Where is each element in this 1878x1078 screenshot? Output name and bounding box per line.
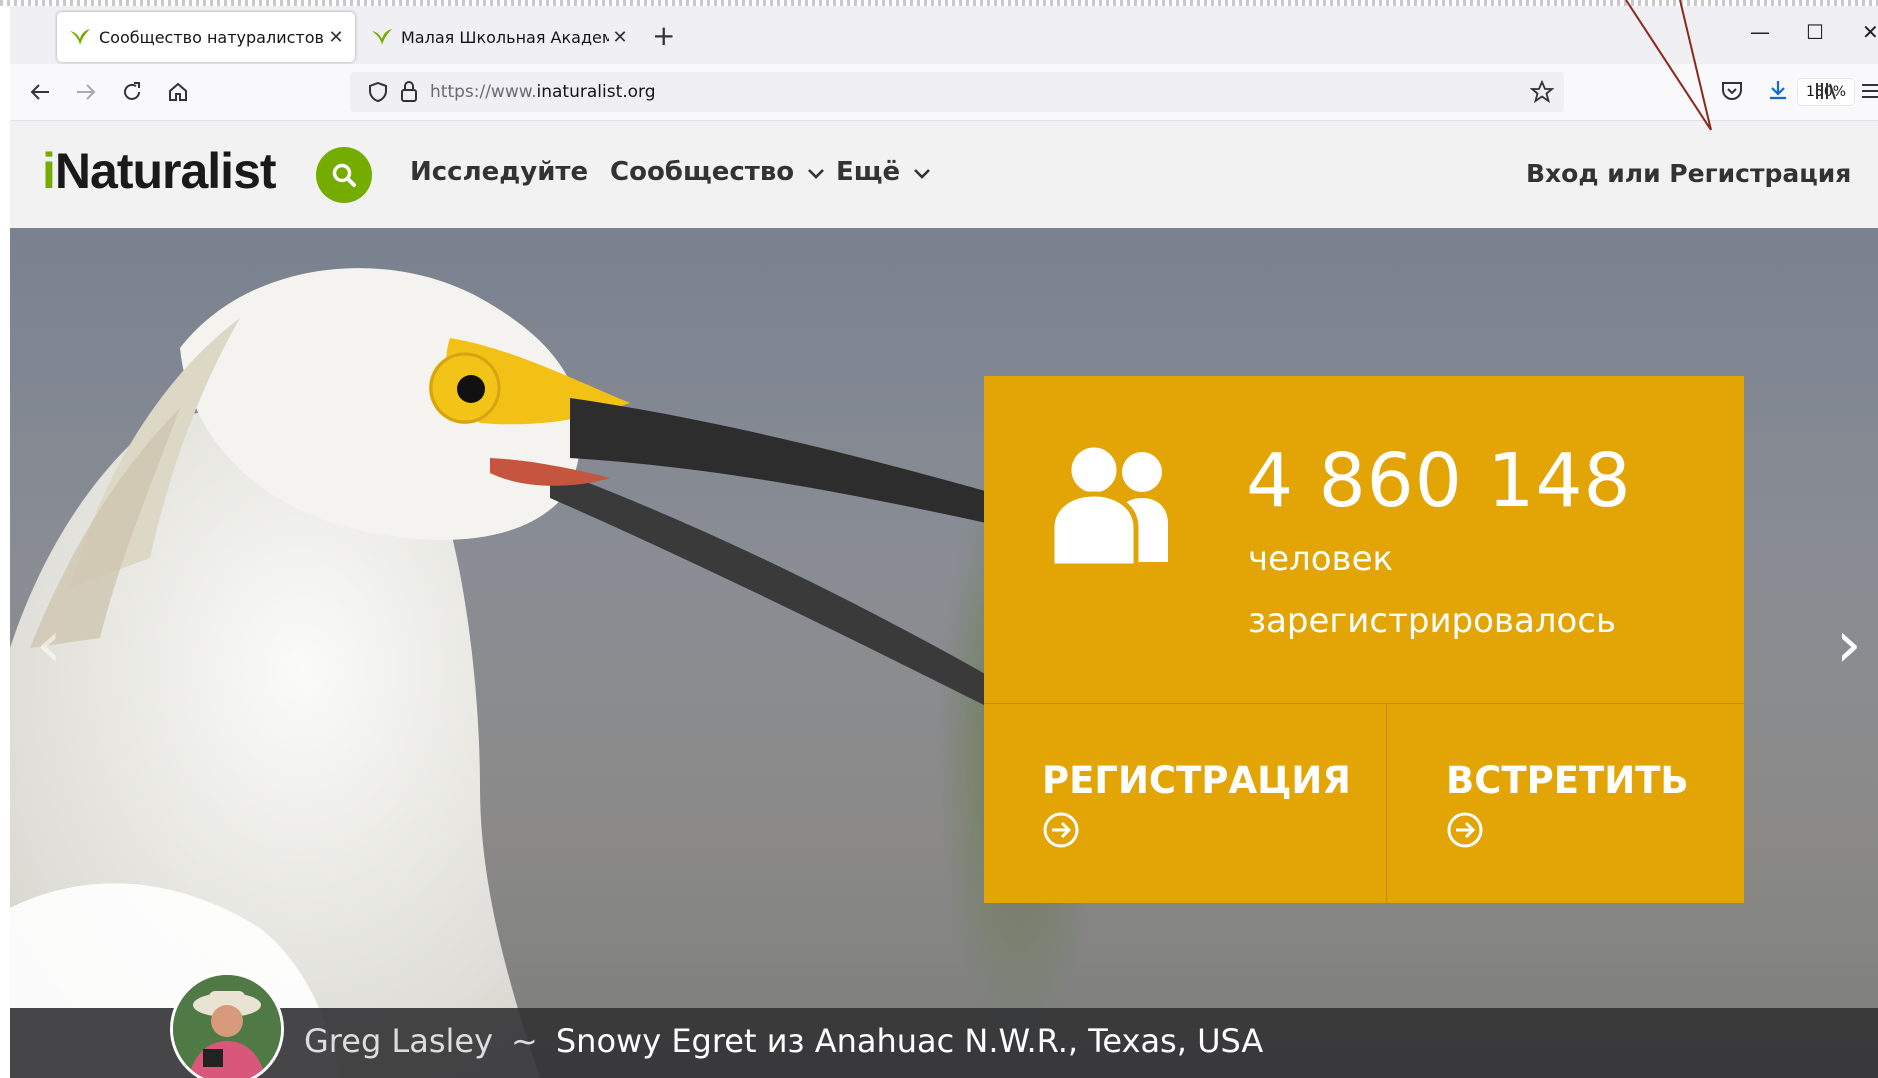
photo-description[interactable]: Snowy Egret из Anahuac N.W.R., Texas, US… bbox=[556, 1022, 1263, 1060]
photographer-avatar-image bbox=[173, 975, 281, 1078]
hero-banner: ‹ › 4 860 148 человек зарегистрировалось bbox=[10, 228, 1878, 1078]
inaturalist-favicon-icon bbox=[372, 29, 392, 45]
download-icon[interactable] bbox=[1766, 78, 1790, 102]
url-host: inaturalist.org bbox=[536, 82, 656, 102]
url-text[interactable]: https://www.inaturalist.org bbox=[430, 82, 656, 102]
reload-icon[interactable] bbox=[116, 76, 148, 108]
photo-caption: Greg Lasley ~ Snowy Egret из Anahuac N.W.R… bbox=[304, 1022, 1263, 1060]
caption-line-2: зарегистрировалось bbox=[1248, 601, 1617, 641]
chevron-down-icon bbox=[808, 169, 825, 179]
forward-icon[interactable] bbox=[70, 76, 102, 108]
new-tab-icon[interactable]: + bbox=[652, 18, 675, 54]
arrow-circle-right-icon bbox=[1447, 812, 1483, 848]
caption-line-1: человек bbox=[1248, 539, 1394, 579]
meet-button[interactable]: ВСТРЕТИТЬ bbox=[1388, 703, 1744, 903]
close-icon[interactable]: ✕ bbox=[325, 27, 347, 48]
people-icon bbox=[1049, 442, 1168, 566]
pocket-icon[interactable] bbox=[1720, 80, 1744, 102]
caption-separator: ~ bbox=[511, 1022, 538, 1060]
carousel-next-icon[interactable]: › bbox=[1836, 608, 1862, 682]
snowy-egret-photo bbox=[10, 268, 1010, 1078]
nav-community-label: Сообщество bbox=[610, 157, 795, 187]
logo-text: Naturalist bbox=[54, 143, 277, 199]
url-protocol: https://www. bbox=[430, 82, 537, 102]
meet-label: ВСТРЕТИТЬ bbox=[1446, 759, 1689, 802]
nav-community[interactable]: Сообщество bbox=[610, 157, 825, 187]
arrow-circle-right-icon bbox=[1043, 812, 1079, 848]
photographer-name[interactable]: Greg Lasley bbox=[304, 1022, 493, 1060]
logo-i: i bbox=[42, 143, 56, 199]
tab-academy[interactable]: Малая Школьная Академия · iN ✕ bbox=[359, 12, 639, 62]
tab-title: Малая Школьная Академия · iN bbox=[401, 27, 609, 47]
home-icon[interactable] bbox=[162, 76, 194, 108]
community-stats-panel: 4 860 148 человек зарегистрировалось РЕГ… bbox=[984, 376, 1744, 903]
stats-summary: 4 860 148 человек зарегистрировалось bbox=[984, 376, 1744, 704]
search-button[interactable] bbox=[316, 147, 372, 203]
library-icon[interactable] bbox=[1814, 80, 1838, 102]
nav-more[interactable]: Ещё bbox=[836, 157, 931, 187]
carousel-prev-icon[interactable]: ‹ bbox=[36, 608, 62, 682]
close-window-icon[interactable]: ✕ bbox=[1862, 20, 1878, 44]
browser-window: Сообщество натуралистов · iN ✕ Малая Шко… bbox=[10, 6, 1878, 1078]
site-header: iNaturalist Исследуйте Сообщество Ещё Вх… bbox=[10, 121, 1878, 228]
photo-attribution-bar: Greg Lasley ~ Snowy Egret из Anahuac N.W.R… bbox=[10, 972, 1878, 1078]
lock-icon[interactable] bbox=[400, 80, 418, 102]
back-icon[interactable] bbox=[24, 76, 56, 108]
tab-community[interactable]: Сообщество натуралистов · iN ✕ bbox=[57, 12, 355, 62]
registered-count: 4 860 148 bbox=[1246, 438, 1632, 524]
inaturalist-logo[interactable]: iNaturalist bbox=[42, 142, 277, 200]
nav-more-label: Ещё bbox=[836, 157, 901, 187]
login-signup-link[interactable]: Вход или Регистрация bbox=[1526, 159, 1851, 188]
menu-icon[interactable] bbox=[1860, 80, 1878, 102]
signup-label: РЕГИСТРАЦИЯ bbox=[1042, 759, 1351, 802]
url-bar[interactable]: https://www.inaturalist.org 150% bbox=[350, 72, 1855, 112]
registered-caption: человек зарегистрировалось bbox=[1248, 528, 1708, 652]
signup-button[interactable]: РЕГИСТРАЦИЯ bbox=[984, 703, 1387, 903]
avatar[interactable] bbox=[170, 972, 284, 1078]
search-icon bbox=[332, 163, 356, 187]
nav-explore[interactable]: Исследуйте bbox=[410, 157, 588, 187]
bookmark-star-icon[interactable] bbox=[1530, 80, 1554, 104]
shield-icon[interactable] bbox=[368, 81, 388, 103]
tab-strip: Сообщество натуралистов · iN ✕ Малая Шко… bbox=[10, 6, 1878, 64]
tab-title: Сообщество натуралистов · iN bbox=[99, 27, 325, 47]
minimize-icon[interactable]: — bbox=[1750, 20, 1770, 44]
navigation-bar: https://www.inaturalist.org 150% bbox=[10, 64, 1878, 121]
inaturalist-favicon-icon bbox=[70, 29, 90, 45]
maximize-icon[interactable]: ☐ bbox=[1806, 20, 1824, 44]
chevron-down-icon bbox=[914, 169, 931, 179]
close-icon[interactable]: ✕ bbox=[609, 27, 631, 48]
